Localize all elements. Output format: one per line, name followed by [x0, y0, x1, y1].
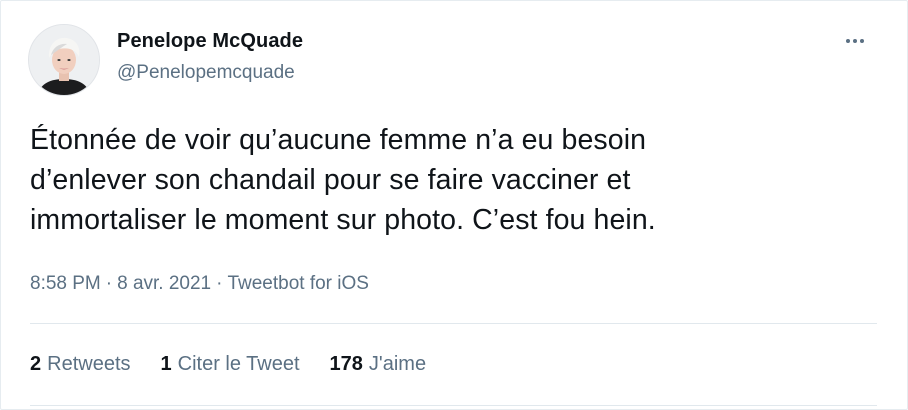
likes-count: 178 — [329, 353, 363, 375]
quote-tweets-label: Citer le Tweet — [177, 353, 300, 375]
tweet-card: Penelope McQuade @Penelopemcquade Étonné… — [0, 0, 908, 410]
dot — [853, 39, 857, 43]
tweet-client[interactable]: Tweetbot for iOS — [227, 273, 369, 294]
tweet-meta: 8:58 PM · 8 avr. 2021 · Tweetbot for iOS — [30, 273, 369, 295]
avatar[interactable] — [28, 24, 100, 96]
divider — [30, 323, 877, 324]
tweet-time[interactable]: 8:58 PM — [30, 273, 101, 294]
profile-photo-icon — [29, 25, 99, 95]
meta-separator: · — [105, 273, 113, 294]
more-options-icon[interactable] — [841, 27, 869, 55]
tweet-date[interactable]: 8 avr. 2021 — [117, 273, 211, 294]
likes-stat[interactable]: 178 J'aime — [330, 353, 427, 376]
retweets-stat[interactable]: 2 Retweets — [30, 353, 131, 376]
divider — [30, 405, 877, 406]
author-handle[interactable]: @Penelopemcquade — [117, 62, 295, 84]
retweets-count: 2 — [30, 353, 42, 375]
dot — [846, 39, 850, 43]
quote-tweets-count: 1 — [160, 353, 172, 375]
dot — [860, 39, 864, 43]
meta-separator: · — [216, 273, 223, 294]
likes-label: J'aime — [368, 353, 427, 375]
author-display-name[interactable]: Penelope McQuade — [117, 30, 303, 53]
quote-tweets-stat[interactable]: 1 Citer le Tweet — [161, 353, 300, 376]
retweets-label: Retweets — [47, 353, 131, 375]
tweet-text: Étonnée de voir qu’aucune femme n’a eu b… — [30, 124, 656, 236]
engagement-stats: 2 Retweets 1 Citer le Tweet 178 J'aime — [30, 353, 426, 376]
